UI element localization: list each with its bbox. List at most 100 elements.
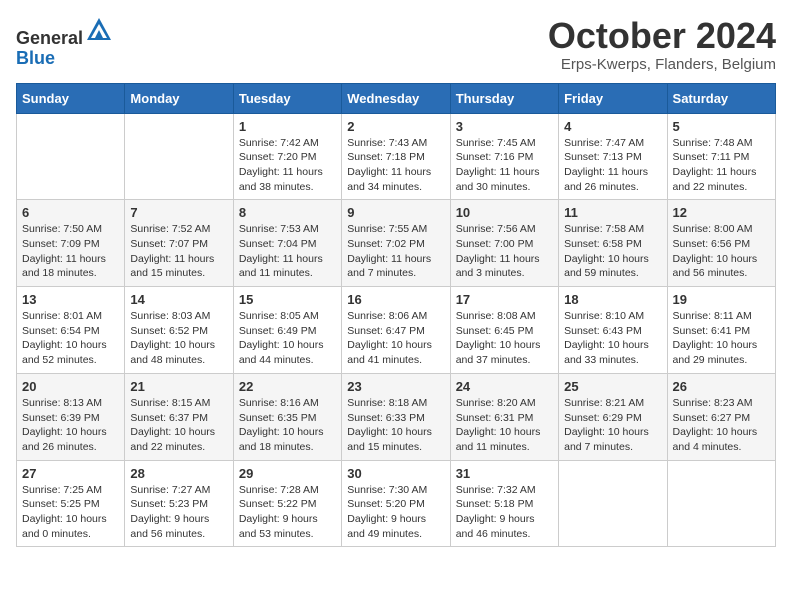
day-info: Sunrise: 7:58 AMSunset: 6:58 PMDaylight:…	[564, 222, 661, 281]
day-info: Sunrise: 7:48 AMSunset: 7:11 PMDaylight:…	[673, 136, 770, 195]
day-info: Sunrise: 8:15 AMSunset: 6:37 PMDaylight:…	[130, 396, 227, 455]
day-number: 28	[130, 466, 227, 481]
calendar-cell: 2 Sunrise: 7:43 AMSunset: 7:18 PMDaylight…	[342, 113, 450, 200]
calendar-table: SundayMondayTuesdayWednesdayThursdayFrid…	[16, 83, 776, 548]
calendar-cell: 13 Sunrise: 8:01 AMSunset: 6:54 PMDayligh…	[17, 287, 125, 374]
calendar-cell	[125, 113, 233, 200]
calendar-cell: 5 Sunrise: 7:48 AMSunset: 7:11 PMDaylight…	[667, 113, 775, 200]
week-row-5: 27 Sunrise: 7:25 AMSunset: 5:25 PMDayligh…	[17, 460, 776, 547]
calendar-cell: 27 Sunrise: 7:25 AMSunset: 5:25 PMDayligh…	[17, 460, 125, 547]
day-number: 30	[347, 466, 444, 481]
day-header-friday: Friday	[559, 83, 667, 113]
day-number: 29	[239, 466, 336, 481]
day-info: Sunrise: 8:18 AMSunset: 6:33 PMDaylight:…	[347, 396, 444, 455]
calendar-cell: 16 Sunrise: 8:06 AMSunset: 6:47 PMDayligh…	[342, 287, 450, 374]
day-info: Sunrise: 8:06 AMSunset: 6:47 PMDaylight:…	[347, 309, 444, 368]
day-number: 19	[673, 292, 770, 307]
title-block: October 2024 Erps-Kwerps, Flanders, Belg…	[548, 16, 776, 73]
day-header-wednesday: Wednesday	[342, 83, 450, 113]
day-info: Sunrise: 8:01 AMSunset: 6:54 PMDaylight:…	[22, 309, 119, 368]
day-info: Sunrise: 7:52 AMSunset: 7:07 PMDaylight:…	[130, 222, 227, 281]
day-number: 27	[22, 466, 119, 481]
calendar-cell: 31 Sunrise: 7:32 AMSunset: 5:18 PMDayligh…	[450, 460, 558, 547]
calendar-cell: 29 Sunrise: 7:28 AMSunset: 5:22 PMDayligh…	[233, 460, 341, 547]
day-info: Sunrise: 7:27 AMSunset: 5:23 PMDaylight:…	[130, 483, 227, 542]
day-number: 1	[239, 119, 336, 134]
day-info: Sunrise: 7:30 AMSunset: 5:20 PMDaylight:…	[347, 483, 444, 542]
day-number: 24	[456, 379, 553, 394]
day-number: 18	[564, 292, 661, 307]
day-info: Sunrise: 7:32 AMSunset: 5:18 PMDaylight:…	[456, 483, 553, 542]
month-title: October 2024	[548, 16, 776, 56]
day-info: Sunrise: 8:11 AMSunset: 6:41 PMDaylight:…	[673, 309, 770, 368]
day-info: Sunrise: 8:20 AMSunset: 6:31 PMDaylight:…	[456, 396, 553, 455]
day-info: Sunrise: 7:25 AMSunset: 5:25 PMDaylight:…	[22, 483, 119, 542]
day-number: 25	[564, 379, 661, 394]
calendar-cell: 3 Sunrise: 7:45 AMSunset: 7:16 PMDaylight…	[450, 113, 558, 200]
day-info: Sunrise: 8:10 AMSunset: 6:43 PMDaylight:…	[564, 309, 661, 368]
calendar-cell: 18 Sunrise: 8:10 AMSunset: 6:43 PMDayligh…	[559, 287, 667, 374]
calendar-cell	[667, 460, 775, 547]
day-number: 13	[22, 292, 119, 307]
calendar-cell: 10 Sunrise: 7:56 AMSunset: 7:00 PMDayligh…	[450, 200, 558, 287]
calendar-cell: 19 Sunrise: 8:11 AMSunset: 6:41 PMDayligh…	[667, 287, 775, 374]
day-number: 16	[347, 292, 444, 307]
day-header-sunday: Sunday	[17, 83, 125, 113]
day-info: Sunrise: 7:47 AMSunset: 7:13 PMDaylight:…	[564, 136, 661, 195]
day-number: 3	[456, 119, 553, 134]
day-info: Sunrise: 7:28 AMSunset: 5:22 PMDaylight:…	[239, 483, 336, 542]
calendar-cell: 30 Sunrise: 7:30 AMSunset: 5:20 PMDayligh…	[342, 460, 450, 547]
calendar-cell: 22 Sunrise: 8:16 AMSunset: 6:35 PMDayligh…	[233, 373, 341, 460]
day-number: 5	[673, 119, 770, 134]
day-number: 17	[456, 292, 553, 307]
calendar-cell: 14 Sunrise: 8:03 AMSunset: 6:52 PMDayligh…	[125, 287, 233, 374]
calendar-cell: 4 Sunrise: 7:47 AMSunset: 7:13 PMDaylight…	[559, 113, 667, 200]
calendar-cell	[559, 460, 667, 547]
day-number: 31	[456, 466, 553, 481]
calendar-cell: 8Sunrise: 7:53 AMSunset: 7:04 PMDaylight…	[233, 200, 341, 287]
day-info: Sunrise: 7:45 AMSunset: 7:16 PMDaylight:…	[456, 136, 553, 195]
day-number: 12	[673, 205, 770, 220]
calendar-cell: 1Sunrise: 7:42 AMSunset: 7:20 PMDaylight…	[233, 113, 341, 200]
week-row-4: 20 Sunrise: 8:13 AMSunset: 6:39 PMDayligh…	[17, 373, 776, 460]
day-number: 14	[130, 292, 227, 307]
day-info: Sunrise: 8:13 AMSunset: 6:39 PMDaylight:…	[22, 396, 119, 455]
day-header-tuesday: Tuesday	[233, 83, 341, 113]
calendar-cell: 21 Sunrise: 8:15 AMSunset: 6:37 PMDayligh…	[125, 373, 233, 460]
day-header-monday: Monday	[125, 83, 233, 113]
day-number: 11	[564, 205, 661, 220]
day-number: 26	[673, 379, 770, 394]
logo: General Blue	[16, 16, 113, 69]
day-number: 10	[456, 205, 553, 220]
day-info: Sunrise: 8:08 AMSunset: 6:45 PMDaylight:…	[456, 309, 553, 368]
day-info: Sunrise: 8:05 AMSunset: 6:49 PMDaylight:…	[239, 309, 336, 368]
day-info: Sunrise: 7:50 AMSunset: 7:09 PMDaylight:…	[22, 222, 119, 281]
day-number: 21	[130, 379, 227, 394]
logo-icon	[85, 16, 113, 44]
day-number: 22	[239, 379, 336, 394]
page-header: General Blue October 2024 Erps-Kwerps, F…	[16, 16, 776, 73]
calendar-cell: 6Sunrise: 7:50 AMSunset: 7:09 PMDaylight…	[17, 200, 125, 287]
calendar-cell: 12Sunrise: 8:00 AMSunset: 6:56 PMDayligh…	[667, 200, 775, 287]
day-info: Sunrise: 7:43 AMSunset: 7:18 PMDaylight:…	[347, 136, 444, 195]
calendar-cell: 11 Sunrise: 7:58 AMSunset: 6:58 PMDayligh…	[559, 200, 667, 287]
day-number: 7	[130, 205, 227, 220]
week-row-3: 13 Sunrise: 8:01 AMSunset: 6:54 PMDayligh…	[17, 287, 776, 374]
day-info: Sunrise: 7:55 AMSunset: 7:02 PMDaylight:…	[347, 222, 444, 281]
day-number: 20	[22, 379, 119, 394]
day-info: Sunrise: 8:21 AMSunset: 6:29 PMDaylight:…	[564, 396, 661, 455]
week-row-2: 6Sunrise: 7:50 AMSunset: 7:09 PMDaylight…	[17, 200, 776, 287]
day-number: 2	[347, 119, 444, 134]
header-row: SundayMondayTuesdayWednesdayThursdayFrid…	[17, 83, 776, 113]
day-info: Sunrise: 7:53 AMSunset: 7:04 PMDaylight:…	[239, 222, 336, 281]
day-info: Sunrise: 8:03 AMSunset: 6:52 PMDaylight:…	[130, 309, 227, 368]
calendar-cell: 23Sunrise: 8:18 AMSunset: 6:33 PMDayligh…	[342, 373, 450, 460]
day-info: Sunrise: 8:16 AMSunset: 6:35 PMDaylight:…	[239, 396, 336, 455]
day-info: Sunrise: 7:56 AMSunset: 7:00 PMDaylight:…	[456, 222, 553, 281]
calendar-cell: 26Sunrise: 8:23 AMSunset: 6:27 PMDayligh…	[667, 373, 775, 460]
calendar-cell: 7 Sunrise: 7:52 AMSunset: 7:07 PMDaylight…	[125, 200, 233, 287]
calendar-cell: 15Sunrise: 8:05 AMSunset: 6:49 PMDayligh…	[233, 287, 341, 374]
day-number: 4	[564, 119, 661, 134]
calendar-cell: 24 Sunrise: 8:20 AMSunset: 6:31 PMDayligh…	[450, 373, 558, 460]
day-header-saturday: Saturday	[667, 83, 775, 113]
